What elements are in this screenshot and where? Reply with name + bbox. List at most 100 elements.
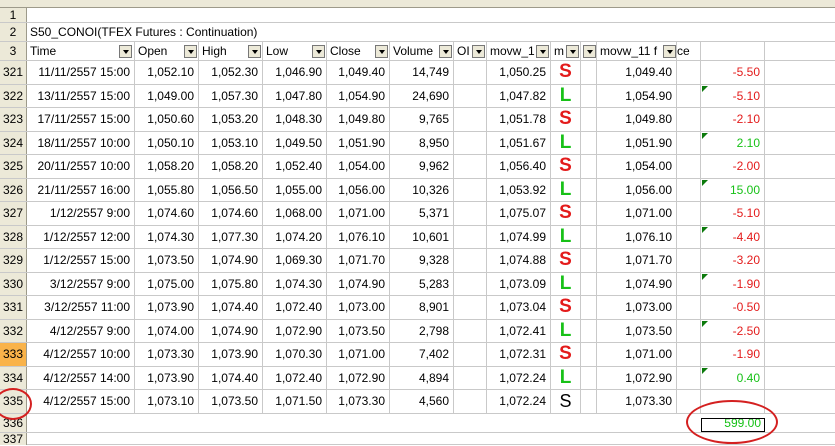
oi-cell[interactable]	[454, 155, 487, 178]
volume-cell[interactable]: 10,601	[390, 225, 454, 249]
close-cell[interactable]: 1,073.30	[327, 390, 390, 413]
movw-cell[interactable]: 1,072.24	[487, 366, 551, 390]
price-cell[interactable]: 1,051.90	[597, 131, 677, 155]
oi-cell[interactable]	[454, 108, 487, 131]
signal-cell[interactable]: S	[551, 343, 581, 366]
table-row[interactable]: 333 4/12/2557 10:00 1,073.30 1,073.90 1,070.…	[0, 343, 835, 367]
open-cell[interactable]: 1,058.20	[135, 155, 199, 178]
close-cell[interactable]: 1,073.00	[327, 296, 390, 319]
high-cell[interactable]: 1,056.50	[199, 178, 263, 202]
spacer-cell[interactable]	[677, 249, 701, 272]
signal-cell[interactable]: S	[551, 249, 581, 272]
time-cell[interactable]: 4/12/2557 10:00	[27, 343, 135, 366]
spacer-cell[interactable]	[677, 131, 701, 155]
price-cell[interactable]: 1,072.90	[597, 366, 677, 390]
blank-cell[interactable]	[581, 272, 597, 296]
spacer-cell[interactable]	[677, 108, 701, 131]
blank-cell[interactable]	[581, 319, 597, 343]
movw-cell[interactable]: 1,073.09	[487, 272, 551, 296]
close-cell[interactable]: 1,072.90	[327, 366, 390, 390]
volume-cell[interactable]: 5,283	[390, 272, 454, 296]
volume-cell[interactable]: 2,798	[390, 319, 454, 343]
signal-cell[interactable]: L	[551, 178, 581, 202]
price-cell[interactable]: 1,056.00	[597, 178, 677, 202]
close-cell[interactable]: 1,054.00	[327, 155, 390, 178]
movw-cell[interactable]: 1,051.78	[487, 108, 551, 131]
time-cell[interactable]: 21/11/2557 16:00	[27, 178, 135, 202]
open-cell[interactable]: 1,050.60	[135, 108, 199, 131]
volume-cell[interactable]: 9,328	[390, 249, 454, 272]
close-cell[interactable]: 1,071.00	[327, 202, 390, 225]
blank-cell[interactable]	[581, 390, 597, 413]
high-cell[interactable]: 1,058.20	[199, 155, 263, 178]
movw-cell[interactable]: 1,051.67	[487, 131, 551, 155]
spacer-cell[interactable]	[677, 202, 701, 225]
oi-cell[interactable]	[454, 319, 487, 343]
row-header[interactable]: 323	[0, 108, 27, 131]
header-empty-col[interactable]	[701, 42, 765, 60]
movw-cell[interactable]: 1,072.24	[487, 390, 551, 413]
price-cell[interactable]: 1,074.90	[597, 272, 677, 296]
blank-cell[interactable]	[581, 366, 597, 390]
low-cell[interactable]: 1,047.80	[263, 84, 327, 108]
table-row[interactable]: 330 3/12/2557 9:00 1,075.00 1,075.80 1,074.3…	[0, 272, 835, 297]
row-header[interactable]: 330	[0, 272, 27, 296]
high-cell[interactable]: 1,053.10	[199, 131, 263, 155]
pl-cell[interactable]: -5.50	[701, 61, 765, 84]
movw-cell[interactable]: 1,074.88	[487, 249, 551, 272]
table-row[interactable]: 321 11/11/2557 15:00 1,052.10 1,052.30 1,046…	[0, 61, 835, 85]
movw-cell[interactable]: 1,047.82	[487, 84, 551, 108]
movw-cell[interactable]: 1,072.41	[487, 319, 551, 343]
close-cell[interactable]: 1,073.50	[327, 319, 390, 343]
blank-cell[interactable]	[581, 296, 597, 319]
close-cell[interactable]: 1,071.70	[327, 249, 390, 272]
signal-cell[interactable]: L	[551, 225, 581, 249]
signal-cell[interactable]: S	[551, 202, 581, 225]
low-cell[interactable]: 1,074.20	[263, 225, 327, 249]
movw-cell[interactable]: 1,074.99	[487, 225, 551, 249]
oi-cell[interactable]	[454, 272, 487, 296]
signal-cell[interactable]: L	[551, 272, 581, 296]
high-cell[interactable]: 1,074.90	[199, 249, 263, 272]
blank-cell[interactable]	[581, 108, 597, 131]
time-cell[interactable]: 4/12/2557 9:00	[27, 319, 135, 343]
volume-cell[interactable]: 24,690	[390, 84, 454, 108]
blank-cell[interactable]	[581, 131, 597, 155]
low-cell[interactable]: 1,072.90	[263, 319, 327, 343]
pl-cell[interactable]: -2.10	[701, 108, 765, 131]
table-row[interactable]: 331 3/12/2557 11:00 1,073.90 1,074.40 1,072.…	[0, 296, 835, 320]
open-cell[interactable]: 1,055.80	[135, 178, 199, 202]
signal-cell[interactable]: S	[551, 155, 581, 178]
low-cell[interactable]: 1,072.40	[263, 366, 327, 390]
filter-close-icon[interactable]	[375, 45, 388, 58]
pl-cell[interactable]: 2.10	[701, 131, 765, 155]
pl-cell[interactable]: -2.50	[701, 319, 765, 343]
row-header[interactable]: 332	[0, 319, 27, 343]
oi-cell[interactable]	[454, 249, 487, 272]
time-cell[interactable]: 20/11/2557 10:00	[27, 155, 135, 178]
close-cell[interactable]: 1,049.80	[327, 108, 390, 131]
blank-cell[interactable]	[581, 84, 597, 108]
spacer-cell[interactable]	[677, 84, 701, 108]
blank-cell[interactable]	[581, 249, 597, 272]
oi-cell[interactable]	[454, 61, 487, 84]
time-cell[interactable]: 4/12/2557 15:00	[27, 390, 135, 413]
row-header[interactable]: 326	[0, 178, 27, 202]
time-cell[interactable]: 3/12/2557 11:00	[27, 296, 135, 319]
time-cell[interactable]: 18/11/2557 10:00	[27, 131, 135, 155]
table-row[interactable]: 329 1/12/2557 15:00 1,073.50 1,074.90 1,069.…	[0, 249, 835, 273]
filter-movw-icon[interactable]	[536, 45, 549, 58]
high-cell[interactable]: 1,074.60	[199, 202, 263, 225]
pl-cell[interactable]: 0.40	[701, 366, 765, 390]
movw-cell[interactable]: 1,075.07	[487, 202, 551, 225]
time-cell[interactable]: 3/12/2557 9:00	[27, 272, 135, 296]
open-cell[interactable]: 1,073.90	[135, 296, 199, 319]
low-cell[interactable]: 1,048.30	[263, 108, 327, 131]
row-header[interactable]: 324	[0, 131, 27, 155]
row-header[interactable]: 327	[0, 202, 27, 225]
open-cell[interactable]: 1,073.30	[135, 343, 199, 366]
low-cell[interactable]: 1,055.00	[263, 178, 327, 202]
row-header[interactable]: 334	[0, 366, 27, 390]
filter-m-icon[interactable]	[566, 45, 579, 58]
pl-cell[interactable]: 15.00	[701, 178, 765, 202]
